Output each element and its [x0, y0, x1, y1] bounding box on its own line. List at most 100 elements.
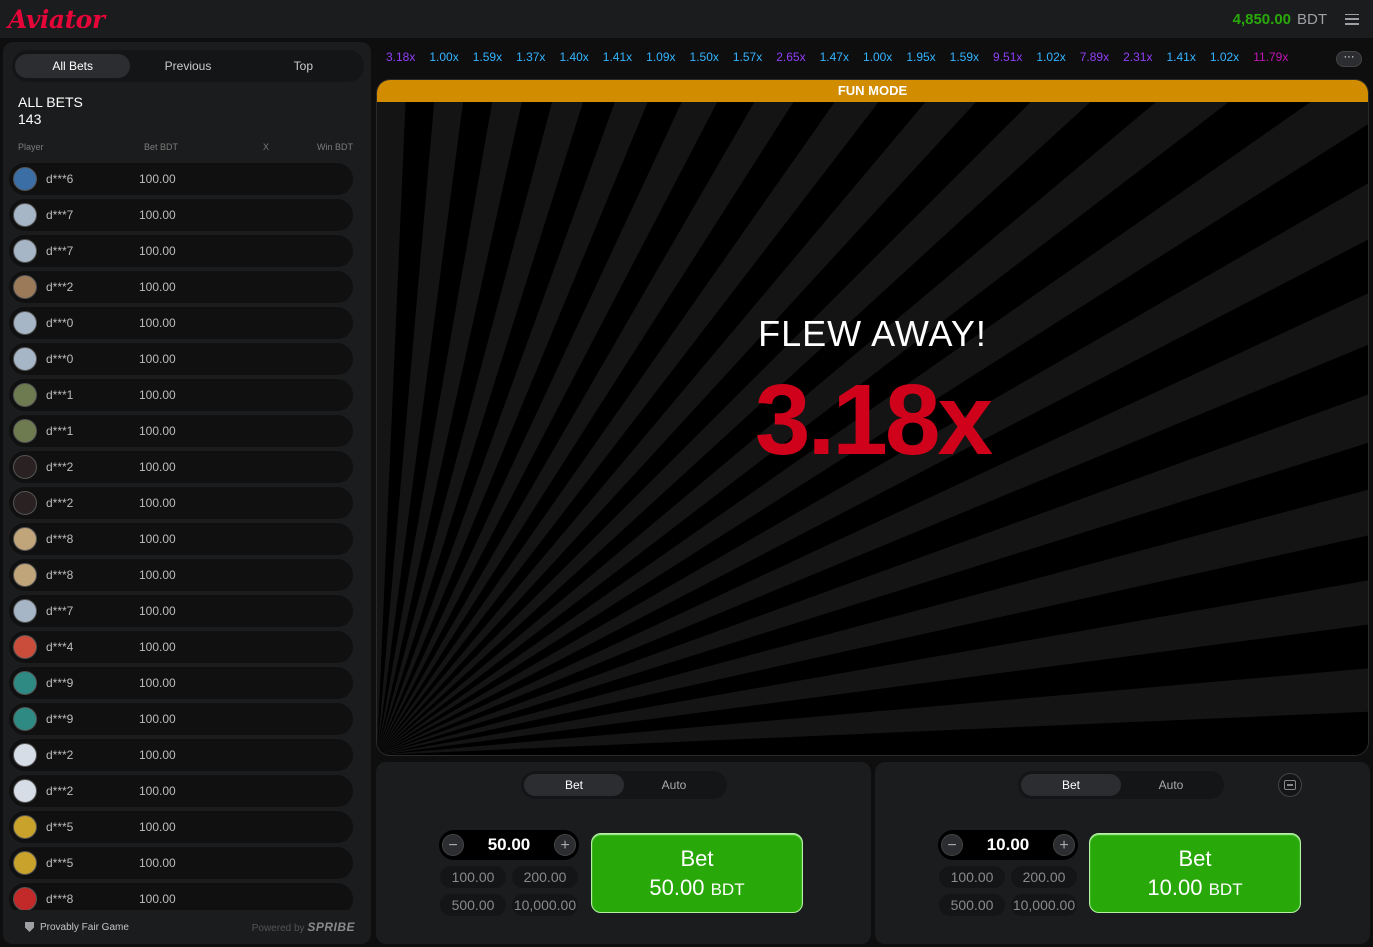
bet-button[interactable]: Bet 50.00 BDT	[591, 833, 803, 913]
avatar	[13, 311, 37, 335]
history-multiplier[interactable]: 1.02x	[1210, 50, 1239, 68]
table-row: d***9 100.00	[9, 703, 353, 735]
bet-amount-value[interactable]: 10.00	[987, 835, 1030, 855]
bet-button-currency: BDT	[1208, 880, 1243, 899]
quick-amount-button[interactable]: 500.00	[939, 894, 1005, 916]
tab-auto[interactable]: Auto	[1121, 774, 1221, 796]
remove-panel-icon[interactable]	[1278, 773, 1302, 797]
history-multiplier[interactable]: 2.65x	[776, 50, 805, 68]
history-multiplier[interactable]: 11.79x	[1253, 50, 1288, 68]
history-multiplier[interactable]: 1.57x	[733, 50, 762, 68]
history-multiplier[interactable]: 1.00x	[429, 50, 458, 68]
bet-amount-stepper: − 10.00 +	[938, 830, 1078, 860]
spribe-logo: SPRIBE	[307, 920, 355, 934]
table-row: d***5 100.00	[9, 847, 353, 879]
history-multiplier[interactable]: 1.02x	[1036, 50, 1065, 68]
quick-amount-button[interactable]: 500.00	[440, 894, 506, 916]
bets-sidebar: All Bets Previous Top ALL BETS 143 Playe…	[3, 42, 371, 944]
history-multiplier[interactable]: 2.31x	[1123, 50, 1152, 68]
history-multiplier[interactable]: 1.00x	[863, 50, 892, 68]
bet-amount: 100.00	[139, 892, 176, 906]
player-name: d***8	[46, 532, 74, 546]
balance: 4,850.00 BDT	[1233, 11, 1359, 28]
minus-button[interactable]: −	[941, 834, 963, 856]
history-multiplier[interactable]: 1.09x	[646, 50, 675, 68]
table-row: d***4 100.00	[9, 631, 353, 663]
plus-button[interactable]: +	[553, 834, 576, 856]
avatar	[13, 635, 37, 659]
bet-amount: 100.00	[139, 208, 176, 222]
bet-panel-1: Bet Auto − 50.00 + 100.00 200.00 500.00 …	[376, 762, 871, 944]
bet-amount: 100.00	[139, 460, 176, 474]
avatar	[13, 671, 37, 695]
top-bar: Aviator 4,850.00 BDT	[0, 0, 1373, 38]
tab-auto[interactable]: Auto	[624, 774, 724, 796]
quick-amount-button[interactable]: 10,000.00	[1011, 894, 1077, 916]
avatar	[13, 347, 37, 371]
aviator-logo[interactable]: Aviator	[8, 5, 105, 34]
history-multiplier[interactable]: 1.50x	[690, 50, 719, 68]
bet-button[interactable]: Bet 10.00 BDT	[1089, 833, 1301, 913]
history-multiplier[interactable]: 9.51x	[993, 50, 1022, 68]
history-multiplier[interactable]: 1.59x	[950, 50, 979, 68]
quick-amount-button[interactable]: 200.00	[1011, 866, 1077, 888]
column-x: X	[263, 142, 270, 152]
bet-panel-1-tabs: Bet Auto	[521, 771, 727, 799]
bet-amount: 100.00	[139, 784, 176, 798]
quick-amount-button[interactable]: 100.00	[939, 866, 1005, 888]
player-name: d***9	[46, 712, 74, 726]
bet-panel-2: Bet Auto − 10.00 + 100.00 200.00 500.00 …	[875, 762, 1370, 944]
avatar	[13, 887, 37, 911]
table-row: d***7 100.00	[9, 235, 353, 267]
all-bets-title: ALL BETS	[18, 94, 83, 110]
bet-button-currency: BDT	[710, 880, 745, 899]
history-multiplier[interactable]: 1.40x	[559, 50, 588, 68]
history-multiplier[interactable]: 1.37x	[516, 50, 545, 68]
provably-fair-link[interactable]: Provably Fair Game	[25, 922, 129, 933]
player-name: d***0	[46, 316, 74, 330]
history-more-button[interactable]: ···	[1336, 51, 1362, 67]
quick-amount-button[interactable]: 100.00	[440, 866, 506, 888]
tab-bet[interactable]: Bet	[1021, 774, 1121, 796]
player-name: d***9	[46, 676, 74, 690]
history-multiplier[interactable]: 1.47x	[820, 50, 849, 68]
bet-amount: 100.00	[139, 676, 176, 690]
powered-by: Powered by SPRIBE	[252, 920, 355, 934]
tab-top[interactable]: Top	[246, 54, 361, 78]
fun-mode-banner: FUN MODE	[377, 80, 1368, 102]
history-multiplier[interactable]: 1.41x	[1166, 50, 1195, 68]
bet-amount: 100.00	[139, 388, 176, 402]
history-multiplier[interactable]: 1.95x	[906, 50, 935, 68]
minus-button[interactable]: −	[442, 834, 464, 856]
table-row: d***5 100.00	[9, 811, 353, 843]
plus-button[interactable]: +	[1052, 834, 1075, 856]
player-name: d***2	[46, 784, 74, 798]
player-name: d***7	[46, 244, 74, 258]
bet-amount: 100.00	[139, 352, 176, 366]
tab-all-bets[interactable]: All Bets	[15, 54, 131, 78]
player-name: d***7	[46, 208, 74, 222]
tab-previous[interactable]: Previous	[130, 54, 245, 78]
quick-amount-button[interactable]: 10,000.00	[512, 894, 578, 916]
hamburger-menu-icon[interactable]	[1345, 13, 1359, 25]
avatar	[13, 527, 37, 551]
history-multiplier[interactable]: 1.59x	[473, 50, 502, 68]
bet-button-amount: 50.00	[649, 875, 705, 900]
player-name: d***7	[46, 604, 74, 618]
avatar	[13, 167, 37, 191]
tab-bet[interactable]: Bet	[524, 774, 624, 796]
avatar	[13, 455, 37, 479]
table-row: d***0 100.00	[9, 343, 353, 375]
history-multiplier[interactable]: 1.41x	[603, 50, 632, 68]
bet-amount: 100.00	[139, 748, 176, 762]
bet-amount: 100.00	[139, 712, 176, 726]
history-multiplier[interactable]: 3.18x	[386, 50, 415, 68]
table-row: d***1 100.00	[9, 415, 353, 447]
history-multiplier[interactable]: 7.89x	[1080, 50, 1109, 68]
player-name: d***2	[46, 460, 74, 474]
quick-amount-button[interactable]: 200.00	[512, 866, 578, 888]
table-row: d***0 100.00	[9, 307, 353, 339]
bet-amount-value[interactable]: 50.00	[488, 835, 531, 855]
balance-amount: 4,850.00	[1232, 10, 1291, 28]
bet-amount: 100.00	[139, 244, 176, 258]
